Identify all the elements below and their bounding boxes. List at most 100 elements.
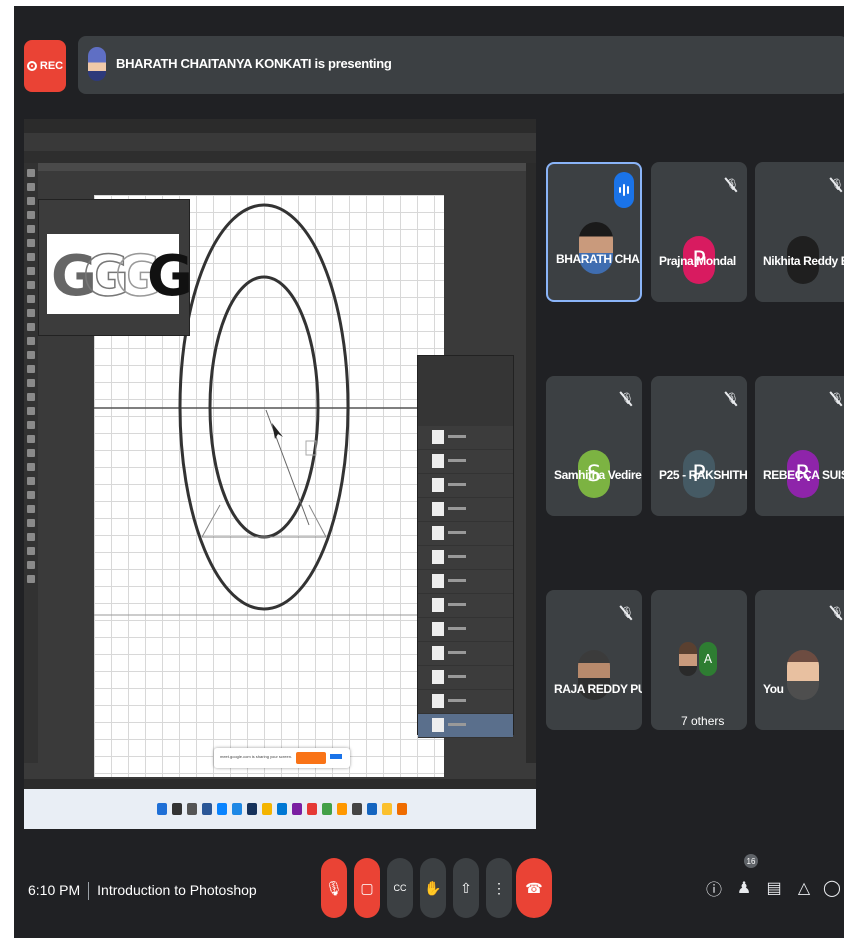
mic-off-icon: 🎙 (725, 393, 739, 405)
reference-image-window[interactable]: G G G G (38, 199, 193, 336)
layer-row[interactable] (418, 474, 513, 498)
layer-row[interactable] (418, 426, 513, 450)
presenter-banner: BHARATH CHAITANYA KONKATI is presenting (78, 36, 844, 94)
host-controls-button[interactable]: ◯ (822, 874, 842, 902)
participant-avatar (679, 642, 697, 676)
layer-row[interactable] (418, 570, 513, 594)
end-call-button[interactable]: ☎ (516, 858, 552, 918)
participant-avatar (579, 222, 613, 274)
more-options-icon: ⋮ (492, 879, 506, 896)
presenter-avatar (88, 47, 106, 81)
app-icon (397, 803, 407, 815)
chat-button[interactable]: ▤ (764, 874, 784, 902)
captions-button[interactable]: CC (387, 858, 413, 918)
shared-screen[interactable]: G G G G meet.google.com is sharing your … (24, 119, 536, 829)
layer-row[interactable] (418, 498, 513, 522)
photoshop-icon (247, 803, 257, 815)
info-icon: ⓘ (705, 882, 722, 899)
present-icon: ⇧ (460, 879, 472, 896)
layer-row[interactable] (418, 666, 513, 690)
photoshop-menubar (24, 119, 536, 133)
camera-off-icon: ▢ (360, 879, 374, 896)
participant-name: RAJA REDDY PUN... (554, 682, 642, 696)
mic-off-icon: 🎙 (830, 179, 844, 191)
layer-row[interactable] (418, 618, 513, 642)
activities-button[interactable]: △ (794, 874, 814, 902)
store-icon (277, 803, 287, 815)
recording-indicator[interactable]: REC (24, 40, 66, 92)
others-count-label: 7 others (681, 714, 725, 728)
speaking-indicator-icon (614, 172, 634, 208)
clock-time: 6:10 PM (28, 882, 81, 898)
participant-count-badge: 16 (744, 854, 758, 868)
layers-panel[interactable] (417, 355, 514, 738)
participant-tile[interactable]: 🎙 S Samhitha Vedire (546, 376, 642, 516)
app-icon (352, 803, 362, 815)
end-call-icon: ☎ (525, 879, 543, 896)
participant-avatar: A (699, 642, 717, 676)
participant-tile[interactable]: 🎙 P P25 - RAKSHITH K... (651, 376, 747, 516)
host-controls-icon: ◯ (823, 880, 841, 897)
participant-tile-others[interactable]: A 7 others (651, 590, 747, 730)
mic-off-icon: 🎙 (620, 607, 634, 619)
photoshop-toolbar (24, 163, 38, 763)
folder-icon (262, 803, 272, 815)
edge-icon (232, 803, 242, 815)
info-button[interactable]: ⓘ (704, 874, 724, 902)
participant-name: Samhitha Vedire (554, 468, 642, 482)
layer-row[interactable] (418, 690, 513, 714)
stop-sharing-button[interactable] (296, 752, 326, 764)
activities-icon: △ (797, 880, 811, 897)
participant-tile[interactable]: BHARATH CHAITA... (546, 162, 642, 302)
participant-name: Prajna Mondal (659, 254, 736, 268)
windows-taskbar (24, 789, 536, 829)
layer-row[interactable] (418, 450, 513, 474)
participant-tile[interactable]: 🎙 P Prajna Mondal (651, 162, 747, 302)
presenter-text: BHARATH CHAITANYA KONKATI is presenting (116, 56, 392, 71)
meeting-details: 6:10 PM Introduction to Photoshop (28, 882, 257, 901)
photoshop-document-tabs (24, 151, 536, 163)
raise-hand-icon: ✋ (424, 879, 442, 896)
photoshop-status-bar (24, 779, 536, 789)
raise-hand-button[interactable]: ✋ (420, 858, 446, 918)
more-options-button[interactable]: ⋮ (486, 858, 512, 918)
participant-name: Nikhita Reddy Eega (763, 254, 844, 268)
start-icon (157, 803, 167, 815)
layer-row[interactable] (418, 546, 513, 570)
layer-row[interactable] (418, 642, 513, 666)
participant-name: BHARATH CHAITA... (556, 252, 642, 266)
record-icon (26, 61, 37, 71)
app-icon (202, 803, 212, 815)
participant-tile[interactable]: 🎙 Nikhita Reddy Eega (755, 162, 844, 302)
mic-off-button[interactable]: 🎙 (321, 858, 347, 918)
search-icon (172, 803, 182, 815)
hide-button[interactable] (330, 754, 342, 759)
share-notification-text: meet.google.com is sharing your screen. (220, 754, 293, 759)
app-icon (337, 803, 347, 815)
recording-label: REC (39, 60, 64, 72)
photoshop-ruler (38, 163, 526, 171)
participant-tile[interactable]: 🎙 R REBECCA SUISAN ... (755, 376, 844, 516)
meet-window: REC BHARATH CHAITANYA KONKATI is present… (14, 6, 844, 938)
mic-off-icon: 🎙 (725, 179, 739, 191)
participant-name: REBECCA SUISAN ... (763, 468, 844, 482)
layer-row-selected[interactable] (418, 714, 513, 738)
layer-row[interactable] (418, 522, 513, 546)
camera-off-button[interactable]: ▢ (354, 858, 380, 918)
participant-avatar (787, 650, 819, 700)
photoshop-options-bar (24, 133, 536, 152)
app-icon (217, 803, 227, 815)
layer-row[interactable] (418, 594, 513, 618)
task-view-icon (187, 803, 197, 815)
people-button[interactable]: ♟ (734, 874, 754, 902)
participant-tile-self[interactable]: 🎙 You (755, 590, 844, 730)
divider (88, 882, 90, 901)
participant-tile[interactable]: 🎙 RAJA REDDY PUN... (546, 590, 642, 730)
people-icon: ♟ (736, 880, 752, 897)
reference-letters: G G G G (47, 234, 193, 314)
chat-icon: ▤ (766, 880, 782, 897)
mic-off-icon: 🎙 (830, 607, 844, 619)
present-button[interactable]: ⇧ (453, 858, 479, 918)
system-tray (444, 805, 524, 815)
mic-off-icon: 🎙 (830, 393, 844, 405)
